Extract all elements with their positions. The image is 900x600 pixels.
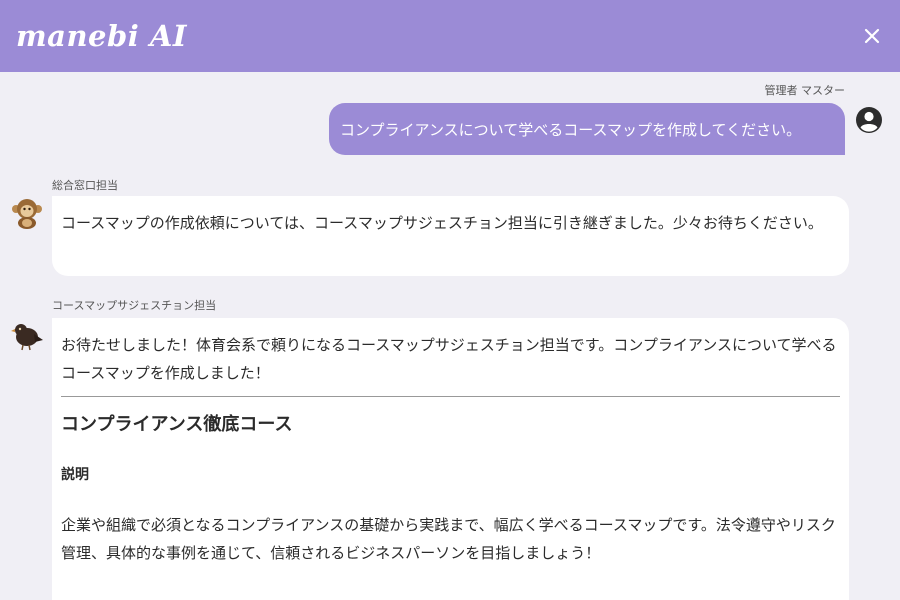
agent-message-text: コースマップの作成依頼については、コースマップサジェスチョン担当に引き継ぎました…: [61, 214, 823, 232]
user-message-bubble: コンプライアンスについて学べるコースマップを作成してください。: [329, 103, 845, 155]
agent-avatar: [10, 196, 44, 230]
agent-sender-name: 総合窓口担当: [52, 179, 118, 192]
close-icon: [864, 28, 880, 44]
user-avatar: [855, 106, 883, 134]
app-header: manebi AI: [0, 0, 900, 72]
divider: [61, 396, 840, 397]
user-message-text: コンプライアンスについて学べるコースマップを作成してください。: [340, 120, 802, 139]
account-circle-icon: [856, 107, 882, 133]
close-button[interactable]: [860, 24, 884, 48]
agent-message-intro: お待たせしました！体育会系で頼りになるコースマップサジェスチョン担当です。コンプ…: [61, 336, 837, 382]
agent-avatar: [10, 318, 44, 352]
course-title: コンプライアンス徹底コース: [61, 414, 293, 435]
agent-message-bubble: コースマップの作成依頼については、コースマップサジェスチョン担当に引き継ぎました…: [52, 196, 849, 276]
user-sender-name: 管理者 マスター: [764, 84, 846, 97]
crow-icon: [11, 324, 43, 351]
app-logo: manebi AI: [16, 19, 187, 53]
monkey-icon: [12, 199, 42, 229]
agent-message-bubble: お待たせしました！体育会系で頼りになるコースマップサジェスチョン担当です。コンプ…: [52, 318, 849, 600]
course-description: 企業や組織で必須となるコンプライアンスの基礎から実践まで、幅広く学べるコースマッ…: [61, 516, 836, 562]
section-label-description: 説明: [61, 467, 89, 483]
agent-sender-name: コースマップサジェスチョン担当: [52, 299, 217, 312]
chat-area[interactable]: 管理者 マスター コンプライアンスについて学べるコースマップを作成してください。…: [0, 72, 900, 600]
